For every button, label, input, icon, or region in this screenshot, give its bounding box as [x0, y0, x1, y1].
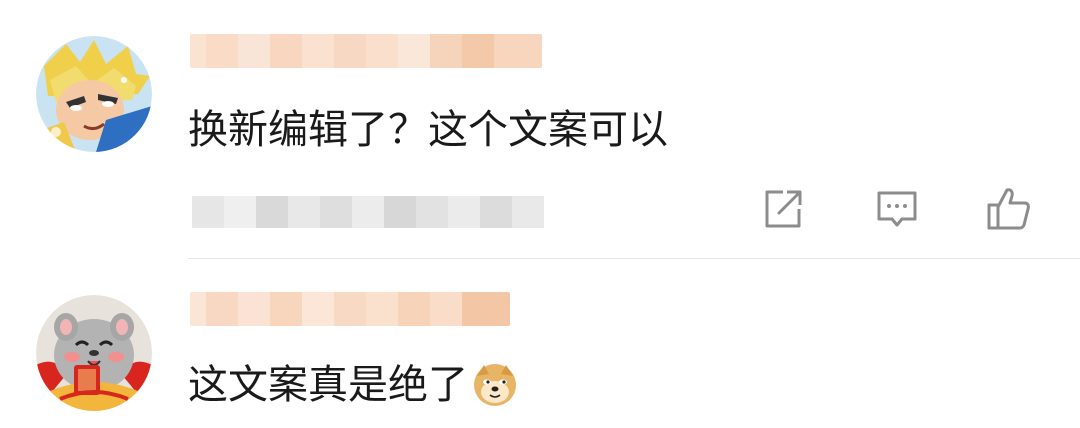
- comment-list: 换新编辑了？这个文案可以 这文案真是绝了: [0, 0, 1080, 428]
- like-button[interactable]: [984, 184, 1034, 234]
- avatar-image: [36, 295, 152, 411]
- doge-emoji-icon: [474, 364, 516, 406]
- share-icon: [765, 190, 802, 228]
- reply-button[interactable]: [872, 184, 922, 234]
- user-avatar[interactable]: [36, 36, 152, 152]
- comment-text-content: 这文案真是绝了: [188, 362, 468, 408]
- comment-item: 这文案真是绝了: [0, 259, 1080, 428]
- share-button[interactable]: [758, 184, 808, 234]
- user-avatar[interactable]: [36, 295, 152, 411]
- comment-item: 换新编辑了？这个文案可以: [0, 0, 1080, 259]
- comment-icon: [877, 191, 917, 227]
- thumbs-up-icon: [987, 188, 1030, 230]
- comment-text: 这文案真是绝了: [188, 361, 518, 409]
- comment-text: 换新编辑了？这个文案可以: [188, 107, 668, 153]
- avatar-image: [36, 36, 152, 152]
- username-blurred[interactable]: [190, 292, 510, 326]
- timestamp-location-blurred: [192, 196, 544, 228]
- username-blurred[interactable]: [190, 34, 542, 68]
